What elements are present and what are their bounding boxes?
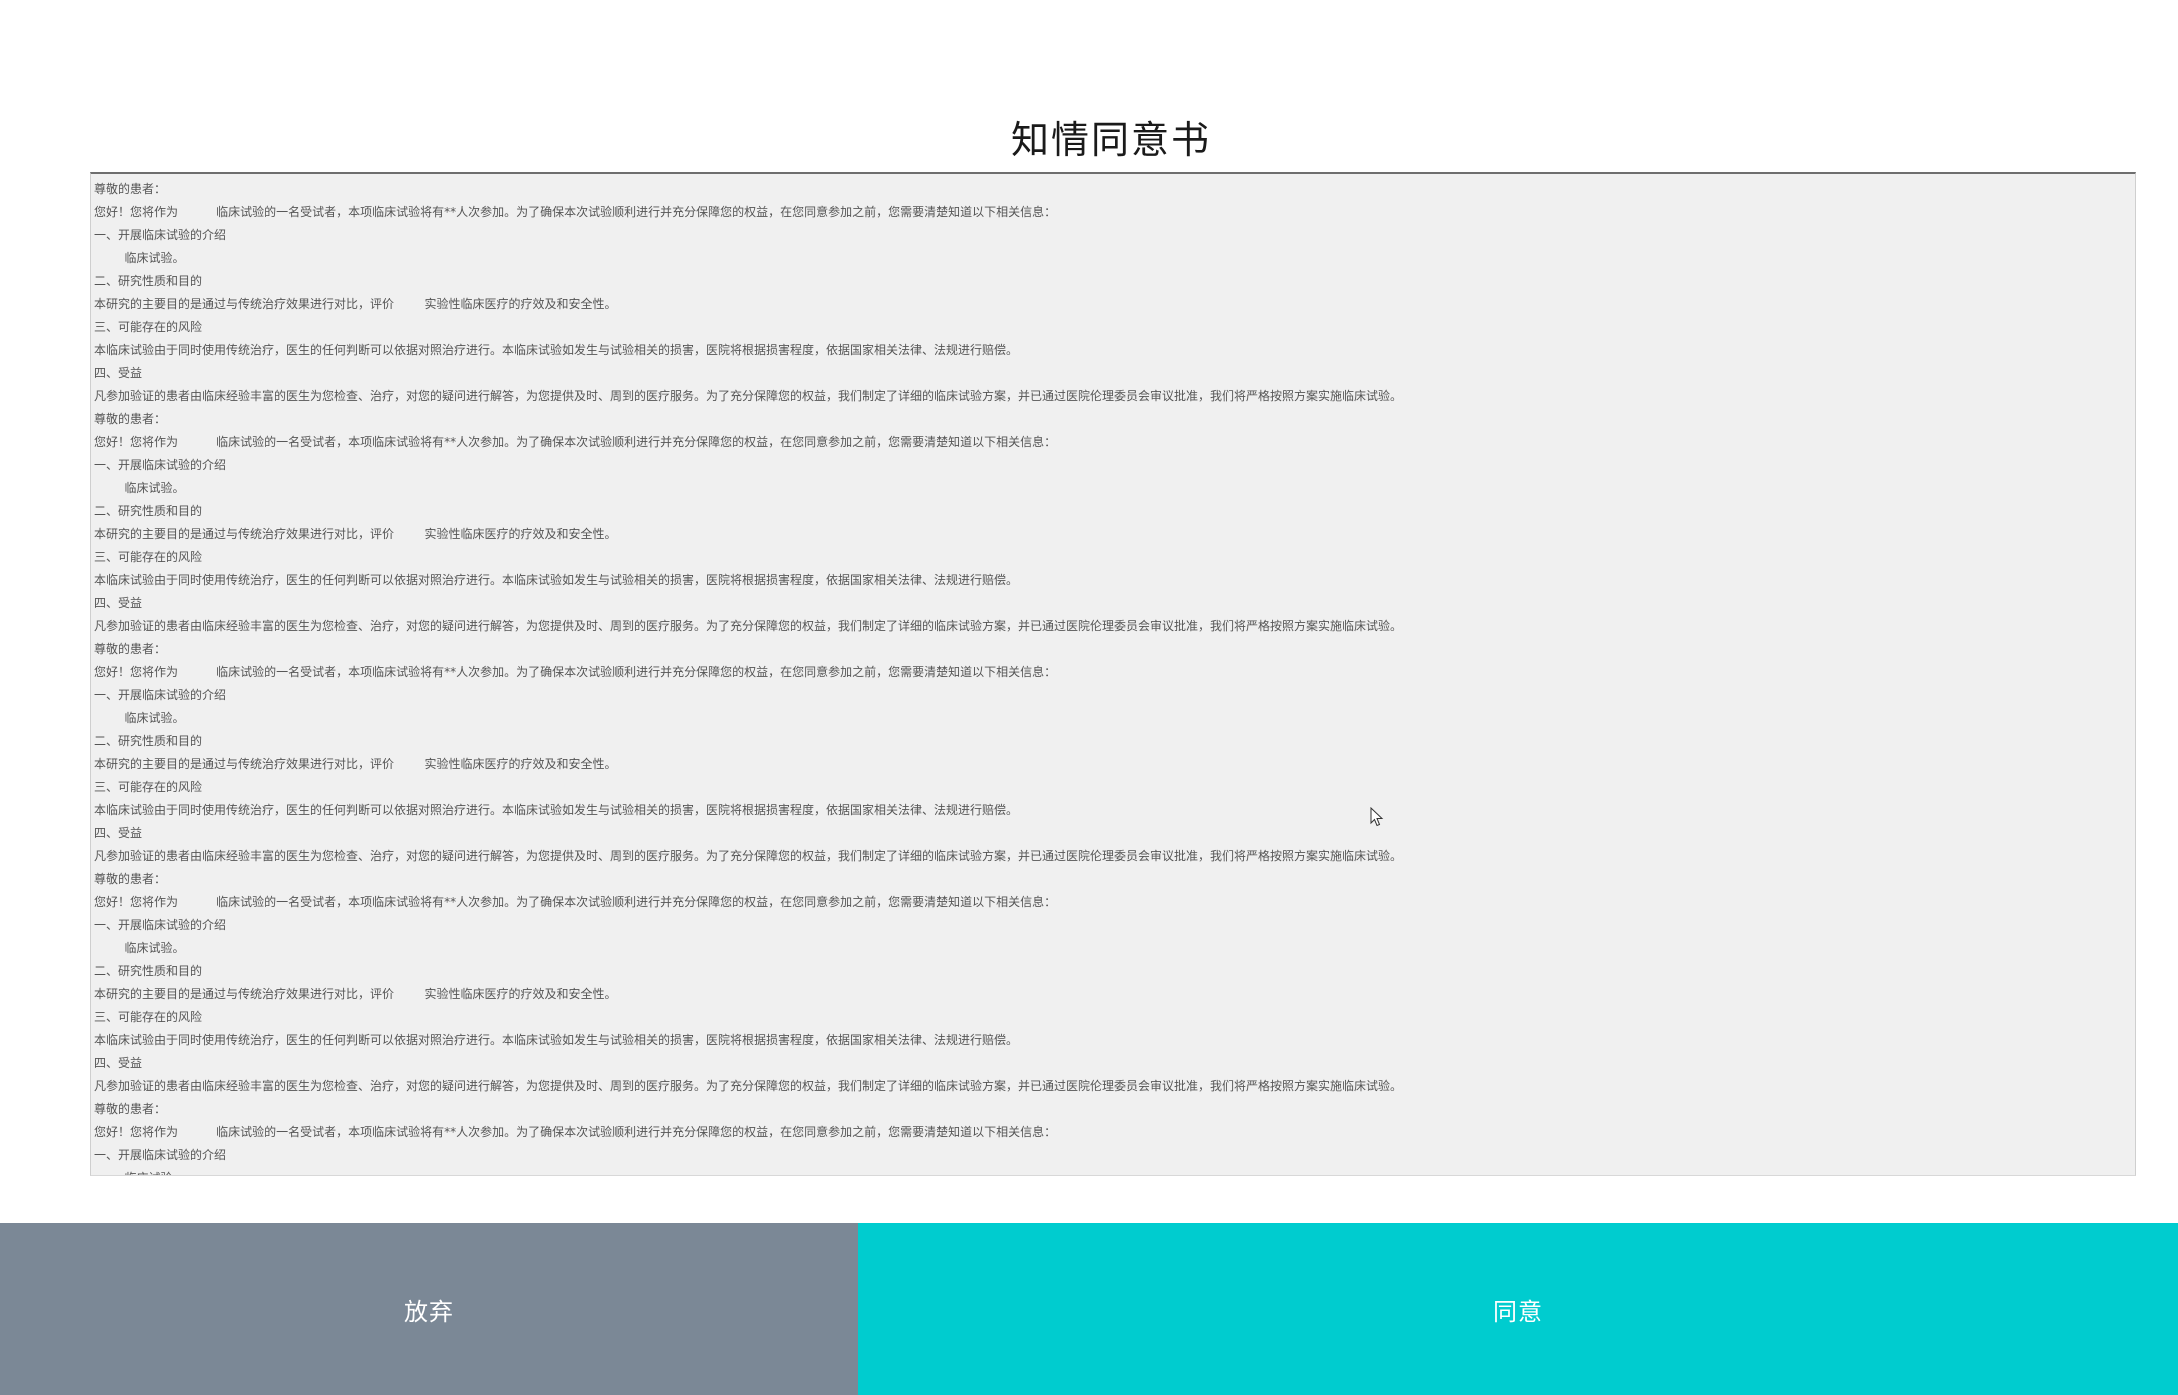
consent-line: 三、可能存在的风险: [94, 780, 203, 794]
consent-line: 四、受益: [94, 366, 143, 380]
consent-line: 二、研究性质和目的: [94, 964, 203, 978]
consent-line: 二、研究性质和目的: [94, 504, 203, 518]
consent-line: 三、可能存在的风险: [94, 1010, 203, 1024]
consent-line: 本临床试验由于同时使用传统治疗，医生的任何判断可以依据对照治疗进行。本临床试验如…: [94, 343, 1019, 357]
consent-line: 凡参加验证的患者由临床经验丰富的医生为您检查、治疗，对您的疑问进行解答，为您提供…: [94, 849, 1403, 863]
consent-line: 本研究的主要目的是通过与传统治疗效果进行对比，评价 实验性临床医疗的疗效及和安全…: [94, 757, 617, 771]
consent-line: 本研究的主要目的是通过与传统治疗效果进行对比，评价 实验性临床医疗的疗效及和安全…: [94, 297, 617, 311]
consent-line: 四、受益: [94, 596, 143, 610]
consent-line: 尊敬的患者：: [94, 1102, 167, 1116]
consent-line: 本临床试验由于同时使用传统治疗，医生的任何判断可以依据对照治疗进行。本临床试验如…: [94, 573, 1019, 587]
consent-line: 您好！您将作为 临床试验的一名受试者，本项临床试验将有**人次参加。为了确保本次…: [94, 205, 1057, 219]
consent-line: 本研究的主要目的是通过与传统治疗效果进行对比，评价 实验性临床医疗的疗效及和安全…: [94, 987, 617, 1001]
consent-line: 临床试验。: [94, 251, 185, 265]
consent-line: 一、开展临床试验的介绍: [94, 918, 227, 932]
consent-line: 二、研究性质和目的: [94, 274, 203, 288]
consent-line: 凡参加验证的患者由临床经验丰富的医生为您检查、治疗，对您的疑问进行解答，为您提供…: [94, 389, 1403, 403]
consent-line: 您好！您将作为 临床试验的一名受试者，本项临床试验将有**人次参加。为了确保本次…: [94, 1125, 1057, 1139]
consent-line: 尊敬的患者：: [94, 642, 167, 656]
consent-line: 您好！您将作为 临床试验的一名受试者，本项临床试验将有**人次参加。为了确保本次…: [94, 435, 1057, 449]
consent-line: 临床试验。: [94, 941, 185, 955]
agree-button[interactable]: 同意: [858, 1223, 2178, 1395]
consent-line: 本临床试验由于同时使用传统治疗，医生的任何判断可以依据对照治疗进行。本临床试验如…: [94, 1033, 1019, 1047]
consent-line: 一、开展临床试验的介绍: [94, 1148, 227, 1162]
consent-line: 临床试验。: [94, 711, 185, 725]
consent-line: 尊敬的患者：: [94, 872, 167, 886]
action-bar: 放弃 同意: [0, 1223, 2178, 1395]
consent-page: 知情同意书 尊敬的患者： 您好！您将作为 临床试验的一名受试者，本项临床试验将有…: [0, 0, 2178, 1395]
consent-line: 三、可能存在的风险: [94, 550, 203, 564]
mouse-pointer-icon: [1370, 807, 1384, 827]
consent-line: 尊敬的患者：: [94, 182, 167, 196]
consent-text-area[interactable]: 尊敬的患者： 您好！您将作为 临床试验的一名受试者，本项临床试验将有**人次参加…: [90, 172, 2136, 1176]
consent-line: 三、可能存在的风险: [94, 320, 203, 334]
consent-line: 二、研究性质和目的: [94, 734, 203, 748]
consent-line: 临床试验。: [94, 481, 185, 495]
consent-line: 临床试验。: [94, 1167, 2132, 1175]
consent-line: 一、开展临床试验的介绍: [94, 228, 227, 242]
page-title: 知情同意书: [1010, 118, 1211, 162]
consent-line: 您好！您将作为 临床试验的一名受试者，本项临床试验将有**人次参加。为了确保本次…: [94, 665, 1057, 679]
consent-line: 一、开展临床试验的介绍: [94, 458, 227, 472]
consent-line: 四、受益: [94, 826, 143, 840]
consent-line: 一、开展临床试验的介绍: [94, 688, 227, 702]
abandon-button[interactable]: 放弃: [0, 1223, 858, 1395]
consent-line: 本临床试验由于同时使用传统治疗，医生的任何判断可以依据对照治疗进行。本临床试验如…: [94, 803, 1019, 817]
consent-line: 凡参加验证的患者由临床经验丰富的医生为您检查、治疗，对您的疑问进行解答，为您提供…: [94, 619, 1403, 633]
consent-line: 您好！您将作为 临床试验的一名受试者，本项临床试验将有**人次参加。为了确保本次…: [94, 895, 1057, 909]
consent-line: 凡参加验证的患者由临床经验丰富的医生为您检查、治疗，对您的疑问进行解答，为您提供…: [94, 1079, 1403, 1093]
consent-line: 本研究的主要目的是通过与传统治疗效果进行对比，评价 实验性临床医疗的疗效及和安全…: [94, 527, 617, 541]
consent-line: 尊敬的患者：: [94, 412, 167, 426]
consent-line: 四、受益: [94, 1056, 143, 1070]
